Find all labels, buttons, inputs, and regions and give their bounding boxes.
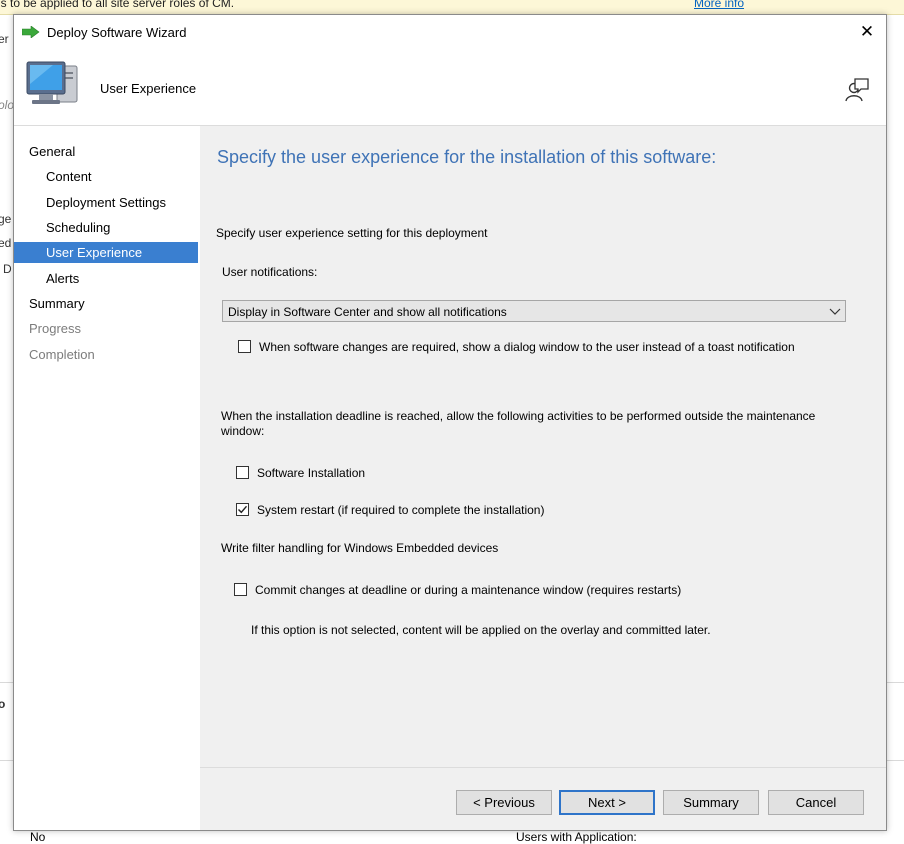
green-arrow-icon bbox=[22, 26, 40, 38]
nav-item-label: Progress bbox=[29, 321, 82, 336]
footer-divider bbox=[200, 767, 886, 768]
dialog-window-label: When software changes are required, show… bbox=[259, 340, 795, 354]
nav-item-label: Deployment Settings bbox=[46, 195, 166, 210]
background-fragment: ed bbox=[0, 236, 12, 250]
nav-item-content[interactable]: Content bbox=[14, 166, 198, 187]
background-info-bar: is to be applied to all site server role… bbox=[0, 0, 904, 15]
nav-item-general[interactable]: General bbox=[14, 141, 198, 162]
previous-button[interactable]: < Previous bbox=[456, 790, 552, 815]
write-filter-heading: Write filter handling for Windows Embedd… bbox=[221, 541, 499, 555]
system-restart-label: System restart (if required to complete … bbox=[257, 503, 545, 517]
background-fragment: er bbox=[0, 32, 9, 46]
content-panel: Specify the user experience for the inst… bbox=[200, 126, 886, 830]
deploy-software-wizard-dialog: Deploy Software Wizard ✕ User Experience… bbox=[13, 14, 887, 831]
commit-note: If this option is not selected, content … bbox=[251, 623, 711, 637]
summary-button[interactable]: Summary bbox=[663, 790, 759, 815]
background-footer-right: Users with Application: bbox=[516, 830, 637, 844]
nav-item-label: General bbox=[29, 144, 76, 159]
close-button[interactable]: ✕ bbox=[852, 19, 882, 45]
commit-changes-label: Commit changes at deadline or during a m… bbox=[255, 583, 682, 597]
close-icon: ✕ bbox=[859, 22, 875, 41]
commit-changes-checkbox[interactable] bbox=[234, 583, 247, 596]
background-footer-left: No bbox=[30, 830, 46, 844]
wizard-navigation: General Content Deployment Settings Sche… bbox=[14, 126, 199, 830]
nav-item-label: Content bbox=[46, 169, 92, 184]
nav-item-alerts[interactable]: Alerts bbox=[14, 268, 198, 289]
computer-icon bbox=[26, 61, 78, 104]
next-button[interactable]: Next > bbox=[559, 790, 655, 815]
nav-item-scheduling[interactable]: Scheduling bbox=[14, 217, 198, 238]
wizard-header: User Experience bbox=[14, 49, 886, 126]
deadline-text-line1: When the installation deadline is reache… bbox=[221, 409, 816, 423]
user-notifications-label: User notifications: bbox=[222, 265, 318, 279]
system-restart-checkbox[interactable] bbox=[236, 503, 249, 516]
nav-item-completion: Completion bbox=[14, 344, 198, 365]
nav-item-deployment-settings[interactable]: Deployment Settings bbox=[14, 192, 198, 213]
nav-item-label: Completion bbox=[29, 347, 95, 362]
background-fragment: olo bbox=[0, 98, 15, 112]
nav-item-label: Summary bbox=[29, 296, 85, 311]
nav-item-label: User Experience bbox=[46, 245, 143, 260]
background-info-text: is to be applied to all site server role… bbox=[0, 0, 235, 10]
help-person-icon[interactable] bbox=[844, 77, 870, 103]
background-more-info-link[interactable]: More info bbox=[694, 0, 744, 10]
nav-item-user-experience[interactable]: User Experience bbox=[14, 242, 198, 263]
checkmark-icon bbox=[238, 505, 248, 514]
dialog-title: Deploy Software Wizard bbox=[47, 25, 187, 40]
page-heading: Specify the user experience for the inst… bbox=[217, 147, 717, 167]
user-notifications-dropdown[interactable]: Display in Software Center and show all … bbox=[222, 300, 846, 322]
nav-item-progress: Progress bbox=[14, 318, 198, 339]
nav-item-summary[interactable]: Summary bbox=[14, 293, 198, 314]
nav-item-label: Alerts bbox=[46, 271, 80, 286]
header-page-title: User Experience bbox=[100, 81, 197, 96]
nav-item-label: Scheduling bbox=[46, 220, 111, 235]
software-installation-checkbox[interactable] bbox=[236, 466, 249, 479]
dialog-window-checkbox[interactable] bbox=[238, 340, 251, 353]
background-fragment: D bbox=[3, 262, 12, 276]
title-bar: Deploy Software Wizard ✕ bbox=[14, 15, 886, 49]
cancel-button[interactable]: Cancel bbox=[768, 790, 864, 815]
intro-text: Specify user experience setting for this… bbox=[216, 226, 488, 240]
deadline-text-line2: window: bbox=[221, 424, 265, 438]
background-fragment: ge bbox=[0, 212, 12, 226]
software-installation-label: Software Installation bbox=[257, 466, 366, 480]
chevron-down-icon bbox=[829, 308, 841, 315]
user-notifications-value: Display in Software Center and show all … bbox=[228, 305, 507, 319]
background-fragment: o bbox=[0, 697, 6, 711]
